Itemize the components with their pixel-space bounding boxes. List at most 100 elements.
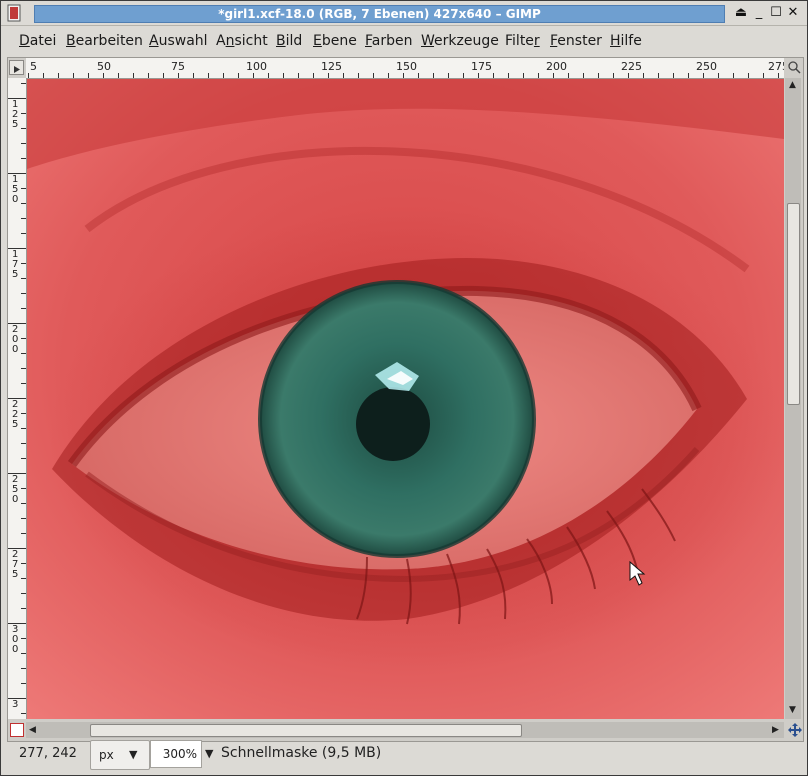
gimp-image-window: *girl1.xcf-18.0 (RGB, 7 Ebenen) 427x640 …: [0, 0, 808, 776]
ruler-tick: [733, 73, 734, 78]
ruler-tick: [193, 73, 194, 78]
menu-filter[interactable]: Filter: [505, 33, 540, 49]
ruler-tick: [478, 73, 479, 78]
quick-mask-icon[interactable]: [10, 723, 24, 737]
image-canvas[interactable]: [27, 79, 784, 719]
ruler-tick: [583, 73, 584, 78]
vruler-label: 3 0 0: [8, 625, 24, 655]
ruler-tick: [21, 203, 26, 204]
navigate-arrows-icon[interactable]: [787, 722, 803, 738]
ruler-tick: [73, 73, 74, 78]
ruler-tick: [21, 458, 26, 459]
vertical-scrollbar[interactable]: ▲ ▼: [785, 78, 801, 719]
ruler-tick: [21, 428, 26, 429]
scroll-down-icon[interactable]: ▼: [789, 705, 796, 715]
ruler-tick: [21, 563, 26, 564]
ruler-tick: [538, 73, 539, 78]
ruler-tick: [448, 73, 449, 78]
menu-ebene[interactable]: Ebene: [313, 33, 357, 49]
ruler-tick: [643, 73, 644, 78]
menu-hilfe[interactable]: Hilfe: [610, 33, 642, 49]
unit-value: px: [99, 748, 114, 762]
menu-bar: Datei Bearbeiten Auswahl Ansicht Bild Eb…: [7, 26, 801, 55]
ruler-tick: [8, 398, 26, 399]
vertical-scroll-thumb[interactable]: [787, 203, 800, 405]
ruler-tick: [673, 73, 674, 78]
ruler-tick: [328, 73, 329, 78]
maximize-button[interactable]: ☐: [768, 5, 784, 21]
ruler-tick: [21, 668, 26, 669]
ruler-tick: [433, 73, 434, 78]
ruler-tick: [8, 248, 26, 249]
hruler-label: 100: [246, 60, 267, 73]
vruler-text: 1 7 5: [12, 249, 19, 280]
horizontal-scrollbar[interactable]: ◀ ▶: [26, 722, 784, 738]
horizontal-ruler[interactable]: 5 50 75 100 125 150 175 200 225 250 275: [26, 58, 784, 79]
minimize-button[interactable]: _: [751, 5, 767, 21]
ruler-tick: [21, 218, 26, 219]
scroll-up-icon[interactable]: ▲: [789, 80, 796, 90]
scroll-right-icon[interactable]: ▶: [772, 725, 779, 735]
menu-farben[interactable]: Farben: [365, 33, 413, 49]
menu-bearbeiten[interactable]: Bearbeiten: [66, 33, 143, 49]
ruler-tick: [208, 73, 209, 78]
menu-datei[interactable]: Datei: [19, 33, 56, 49]
menu-bild[interactable]: Bild: [276, 33, 302, 49]
ruler-tick: [178, 73, 179, 78]
zoom-toggle-icon[interactable]: [787, 60, 801, 74]
ruler-tick: [463, 73, 464, 78]
zoom-input[interactable]: 300%: [150, 740, 202, 768]
ruler-tick: [658, 73, 659, 78]
title-bar[interactable]: *girl1.xcf-18.0 (RGB, 7 Ebenen) 427x640 …: [1, 1, 807, 26]
ruler-tick: [313, 73, 314, 78]
horizontal-scroll-thumb[interactable]: [90, 724, 522, 737]
ruler-tick: [268, 73, 269, 78]
gimp-document-icon[interactable]: [7, 4, 21, 22]
ruler-tick: [21, 443, 26, 444]
vertical-ruler[interactable]: 1 2 5 1 5 0 1 7 5 2 0 0 2 2 5 2 5 0 2 7 …: [8, 78, 27, 719]
ruler-tick: [21, 713, 26, 714]
ruler-tick: [688, 73, 689, 78]
unit-selector[interactable]: px ▼: [90, 740, 150, 770]
hruler-label: 275: [768, 60, 784, 73]
ruler-tick: [21, 578, 26, 579]
hruler-label: 50: [97, 60, 111, 73]
ruler-tick: [21, 113, 26, 114]
image-menu-button[interactable]: [9, 60, 24, 75]
vruler-text: 3 0 0: [12, 624, 19, 655]
ruler-tick: [568, 73, 569, 78]
ruler-tick: [21, 293, 26, 294]
menu-werkzeuge[interactable]: Werkzeuge: [421, 33, 499, 49]
zoom-suffix: %: [185, 747, 197, 761]
vruler-text: 1 5 0: [12, 174, 19, 205]
close-button[interactable]: ✕: [785, 5, 801, 21]
ruler-tick: [21, 128, 26, 129]
title-strip: *girl1.xcf-18.0 (RGB, 7 Ebenen) 427x640 …: [34, 5, 725, 23]
ruler-tick: [628, 73, 629, 78]
shade-button[interactable]: ⏏: [733, 5, 749, 21]
scroll-left-icon[interactable]: ◀: [29, 725, 36, 735]
ruler-tick: [223, 73, 224, 78]
ruler-tick: [21, 353, 26, 354]
ruler-tick: [21, 233, 26, 234]
zoom-number: 300: [162, 747, 186, 761]
ruler-tick: [8, 323, 26, 324]
menu-auswahl[interactable]: Auswahl: [149, 33, 208, 49]
ruler-tick: [21, 383, 26, 384]
hruler-label: 200: [546, 60, 567, 73]
ruler-tick: [21, 608, 26, 609]
chevron-down-icon[interactable]: ▼: [205, 747, 213, 760]
ruler-tick: [163, 73, 164, 78]
ruler-tick: [388, 73, 389, 78]
vruler-text: 2 0 0: [12, 324, 19, 355]
menu-fenster[interactable]: Fenster: [550, 33, 602, 49]
ruler-tick: [718, 73, 719, 78]
vruler-label: 2 5 0: [8, 475, 24, 505]
pointer-coordinates: 277, 242: [19, 746, 77, 761]
zoom-selector[interactable]: 300% ▼: [150, 740, 218, 768]
ruler-tick: [28, 73, 29, 78]
hruler-label: 5: [30, 60, 37, 73]
ruler-tick: [21, 503, 26, 504]
ruler-tick: [238, 73, 239, 78]
menu-ansicht[interactable]: Ansicht: [216, 33, 268, 49]
